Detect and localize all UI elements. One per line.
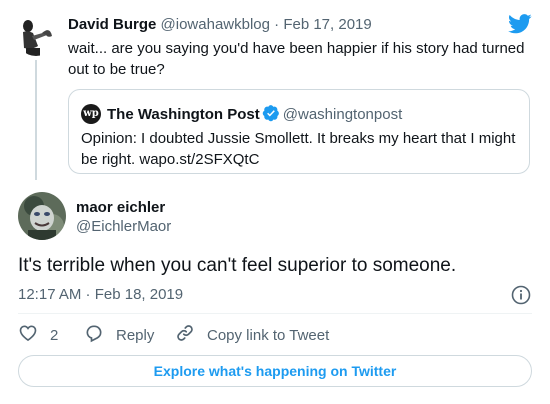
- main-tweet-text: It's terrible when you can't feel superi…: [18, 255, 457, 276]
- parent-tweet-text: wait... are you saying you'd have been h…: [68, 40, 525, 78]
- tweet-actions: 2 Reply Copy link to Tweet: [18, 323, 329, 347]
- explore-twitter-button[interactable]: Explore what's happening on Twitter: [18, 355, 532, 387]
- reply-button[interactable]: Reply: [84, 323, 175, 347]
- parent-author-name[interactable]: David Burge: [68, 16, 156, 33]
- quoted-author-name: The Washington Post: [107, 106, 260, 123]
- parent-author-handle[interactable]: @iowahawkblog: [161, 16, 270, 33]
- main-author-avatar[interactable]: [18, 192, 66, 240]
- link-icon: [175, 323, 195, 347]
- info-icon[interactable]: [510, 284, 532, 306]
- washington-post-logo: wp: [81, 104, 101, 124]
- verified-badge-icon: [262, 104, 280, 122]
- reply-label: Reply: [116, 326, 155, 344]
- like-count: 2: [50, 326, 59, 344]
- heart-icon: [18, 323, 38, 347]
- main-tweet-timestamp[interactable]: 12:17 AM · Feb 18, 2019: [18, 285, 183, 305]
- tweet-embed-card: David Burge @iowahawkblog · Feb 17, 2019…: [0, 0, 550, 404]
- parent-tweet-date[interactable]: Feb 17, 2019: [283, 16, 371, 33]
- quoted-tweet-text: Opinion: I doubted Jussie Smollett. It b…: [81, 130, 516, 168]
- parent-tweet-header: David Burge @iowahawkblog · Feb 17, 2019: [68, 15, 372, 35]
- main-author-handle[interactable]: @EichlerMaor: [76, 217, 171, 237]
- copy-link-label: Copy link to Tweet: [207, 326, 330, 344]
- reply-bubble-icon: [84, 323, 104, 347]
- twitter-bird-icon[interactable]: [508, 13, 532, 35]
- quoted-author-handle: @washingtonpost: [282, 106, 403, 123]
- like-button[interactable]: 2: [18, 323, 84, 347]
- quoted-tweet-header: The Washington Post @washingtonpost: [107, 104, 402, 125]
- parent-author-avatar[interactable]: [16, 16, 56, 56]
- copy-link-button[interactable]: Copy link to Tweet: [175, 323, 329, 347]
- thread-line: [35, 60, 37, 180]
- divider: [18, 313, 532, 314]
- quoted-tweet-card[interactable]: wp The Washington Post @washingtonpost Op…: [68, 89, 530, 174]
- meta-separator: ·: [274, 16, 280, 33]
- main-author-name[interactable]: maor eichler: [76, 198, 165, 218]
